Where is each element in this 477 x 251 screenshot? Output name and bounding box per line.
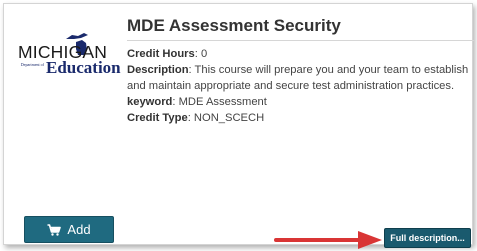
logo-department-text: Department of: [20, 62, 44, 67]
description-label: Description: [127, 64, 189, 76]
red-arrow-annotation: [274, 231, 382, 249]
description-row: Description: This course will prepare yo…: [127, 62, 472, 78]
full-description-button[interactable]: Full description...: [384, 228, 471, 248]
description-text-line1: : This course will prepare you and your …: [188, 64, 469, 76]
add-button-label: Add: [67, 222, 91, 237]
keyword-label: keyword: [127, 96, 173, 108]
credit-type-value: : NON_SCECH: [187, 112, 265, 124]
description-row-continued: and maintain appropriate and secure test…: [127, 78, 472, 94]
credit-hours-value: : 0: [194, 48, 208, 60]
logo-education-text: Education: [46, 58, 121, 77]
add-button[interactable]: Add: [24, 216, 114, 243]
title-divider: [127, 40, 474, 41]
credit-type-label: Credit Type: [127, 112, 188, 124]
credit-hours-row: Credit Hours: 0: [127, 46, 472, 62]
keyword-value: : MDE Assessment: [172, 96, 267, 108]
cart-icon: [47, 223, 62, 236]
keyword-row: keyword: MDE Assessment: [127, 94, 472, 110]
course-card: MICHIGAN Department of Education MDE Ass…: [3, 3, 474, 249]
credit-type-row: Credit Type: NON_SCECH: [127, 110, 472, 126]
michigan-education-logo: MICHIGAN Department of Education: [18, 30, 121, 77]
course-title[interactable]: MDE Assessment Security: [127, 16, 341, 36]
credit-hours-label: Credit Hours: [127, 48, 195, 60]
description-text-line2: and maintain appropriate and secure test…: [127, 80, 455, 92]
course-details: Credit Hours: 0 Description: This course…: [127, 46, 472, 126]
